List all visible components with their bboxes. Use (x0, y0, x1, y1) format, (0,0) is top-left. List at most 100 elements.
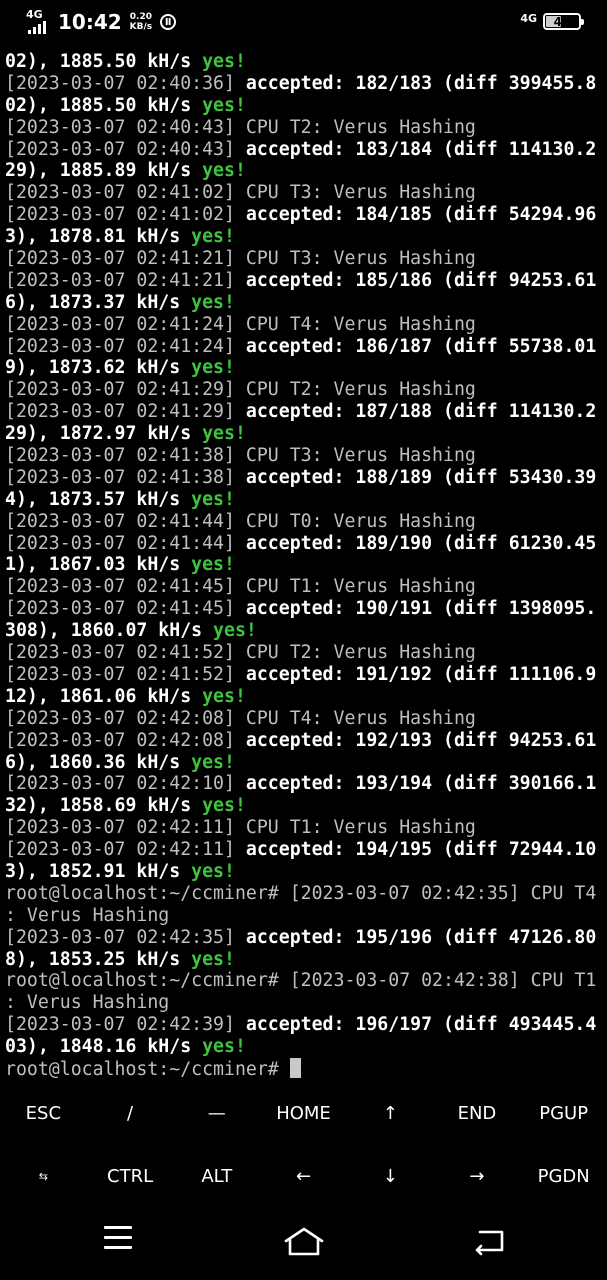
network-speed: 0.20 KB/s (130, 12, 152, 32)
terminal-line: [2023-03-07 02:41:38] accepted: 188/189 … (5, 467, 605, 489)
log-text: CPU T3: Verus Hashing (245, 248, 476, 270)
terminal-line: 308), 1860.07 kH/s yes! (5, 620, 605, 642)
key-pgup[interactable]: PGUP (520, 1101, 607, 1127)
key-alt[interactable]: ALT (173, 1164, 260, 1190)
key-esc[interactable]: ESC (0, 1101, 87, 1127)
terminal-line: [2023-03-07 02:42:11] accepted: 194/195 … (5, 839, 605, 861)
log-timestamp: [2023-03-07 02:41:38] (5, 466, 246, 488)
terminal-line: [2023-03-07 02:41:52] CPU T2: Verus Hash… (5, 642, 605, 664)
key-tab[interactable]: ⇆ (0, 1164, 87, 1190)
terminal-output[interactable]: 02), 1885.50 kH/s yes! [2023-03-07 02:40:… (5, 51, 605, 1085)
status-yes: yes! (202, 795, 246, 817)
shell-prompt: root@localhost:~/ccminer# (5, 1058, 290, 1080)
log-text: CPU T3: Verus Hashing (245, 182, 476, 204)
terminal-line: [2023-03-07 02:42:35] accepted: 195/196 … (5, 927, 605, 949)
log-text: accepted: 192/193 (diff 94253.61 (245, 729, 597, 751)
log-timestamp: [2023-03-07 02:42:08] (5, 707, 246, 729)
log-text: 29), 1885.89 kH/s (5, 160, 203, 182)
log-text: CPU T4: Verus Hashing (245, 707, 476, 729)
key-symbol-0-4[interactable]: ↑ (347, 1101, 434, 1127)
back-icon[interactable] (472, 1226, 506, 1260)
status-yes: yes! (191, 488, 235, 510)
key-symbol-0-2[interactable]: — (173, 1101, 260, 1127)
status-yes: yes! (191, 751, 235, 773)
status-yes: yes! (191, 860, 235, 882)
log-text: CPU T3: Verus Hashing (245, 445, 476, 467)
network-type-label: 4G (26, 8, 43, 21)
log-text: CPU T2: Verus Hashing (245, 642, 476, 664)
status-yes: yes! (202, 423, 246, 445)
log-text: 03), 1848.16 kH/s (5, 1036, 203, 1058)
terminal-line: [2023-03-07 02:40:43] accepted: 183/184 … (5, 139, 605, 161)
key-ctrl[interactable]: CTRL (87, 1164, 174, 1190)
log-timestamp: [2023-03-07 02:41:24] (5, 335, 246, 357)
terminal-line: [2023-03-07 02:41:45] accepted: 190/191 … (5, 598, 605, 620)
terminal-line: 9), 1873.62 kH/s yes! (5, 357, 605, 379)
log-timestamp: [2023-03-07 02:40:36] (5, 72, 246, 94)
terminal-line: [2023-03-07 02:42:10] accepted: 193/194 … (5, 773, 605, 795)
status-yes: yes! (191, 226, 235, 248)
terminal-line: [2023-03-07 02:41:29] CPU T2: Verus Hash… (5, 379, 605, 401)
terminal-line: 02), 1885.50 kH/s yes! (5, 51, 605, 73)
log-timestamp: [2023-03-07 02:42:35] (5, 926, 246, 948)
log-timestamp: [2023-03-07 02:41:38] (5, 445, 246, 467)
log-text: accepted: 194/195 (diff 72944.10 (245, 839, 597, 861)
status-yes: yes! (202, 1036, 246, 1058)
status-yes: yes! (213, 620, 257, 642)
key-symbol-1-3[interactable]: ← (260, 1164, 347, 1190)
log-text: accepted: 183/184 (diff 114130.2 (245, 138, 597, 160)
log-text: : Verus Hashing (5, 904, 170, 926)
log-timestamp: [2023-03-07 02:41:02] (5, 182, 246, 204)
terminal-line: [2023-03-07 02:41:02] CPU T3: Verus Hash… (5, 182, 605, 204)
log-text: accepted: 191/192 (diff 111106.9 (245, 663, 597, 685)
terminal-line: [2023-03-07 02:41:52] accepted: 191/192 … (5, 664, 605, 686)
log-timestamp: [2023-03-07 02:41:52] (5, 642, 246, 664)
text-cursor (289, 1057, 301, 1078)
log-text: : Verus Hashing (5, 992, 170, 1014)
key-home[interactable]: HOME (260, 1101, 347, 1127)
status-time: 10:42 (58, 10, 122, 34)
log-timestamp: [2023-03-07 02:40:43] (5, 138, 246, 160)
log-timestamp: [2023-03-07 02:41:02] (5, 204, 246, 226)
terminal-line: [2023-03-07 02:42:11] CPU T1: Verus Hash… (5, 817, 605, 839)
log-timestamp: [2023-03-07 02:41:29] (5, 379, 246, 401)
status-yes: yes! (202, 160, 246, 182)
log-timestamp: [2023-03-07 02:41:21] (5, 248, 246, 270)
log-timestamp: [2023-03-07 02:41:45] (5, 598, 246, 620)
key-symbol-0-1[interactable]: / (87, 1101, 174, 1127)
extra-keys-row-1: ESC / — HOME ↑ END PGUP (0, 1101, 607, 1127)
log-text: CPU T2: Verus Hashing (245, 116, 476, 138)
terminal-line: [2023-03-07 02:41:29] accepted: 187/188 … (5, 401, 605, 423)
log-text: 12), 1861.06 kH/s (5, 685, 203, 707)
log-text: 8), 1853.25 kH/s (5, 948, 192, 970)
log-text: 308), 1860.07 kH/s (5, 620, 214, 642)
log-text: accepted: 188/189 (diff 53430.39 (245, 466, 597, 488)
network-speed-unit: KB/s (129, 22, 153, 32)
key-symbol-1-4[interactable]: ↓ (347, 1164, 434, 1190)
battery-level: 47 (553, 14, 571, 29)
key-pgdn[interactable]: PGDN (520, 1164, 607, 1190)
terminal-line: 29), 1885.89 kH/s yes! (5, 160, 605, 182)
log-text: CPU T1: Verus Hashing (245, 576, 476, 598)
key-symbol-1-5[interactable]: → (434, 1164, 521, 1190)
status-yes: yes! (202, 685, 246, 707)
terminal-line: [2023-03-07 02:41:44] accepted: 189/190 … (5, 533, 605, 555)
home-icon[interactable] (283, 1226, 325, 1262)
key-end[interactable]: END (434, 1101, 521, 1127)
log-text: accepted: 187/188 (diff 114130.2 (245, 401, 597, 423)
status-bar: 4G 10:42 0.20 KB/s Ⅱ 4G 47 (0, 0, 607, 44)
menu-icon[interactable] (104, 1226, 132, 1256)
prompt-line[interactable]: root@localhost:~/ccminer# (5, 1057, 605, 1080)
log-text: 02), 1885.50 kH/s (5, 94, 203, 116)
terminal-line: [2023-03-07 02:41:45] CPU T1: Verus Hash… (5, 576, 605, 598)
log-text: 1), 1867.03 kH/s (5, 554, 192, 576)
network-speed-value: 0.20 (129, 12, 153, 22)
log-text: accepted: 184/185 (diff 54294.96 (245, 204, 597, 226)
terminal-line: root@localhost:~/ccminer# [2023-03-07 02… (5, 970, 605, 992)
log-timestamp: [2023-03-07 02:42:08] (5, 729, 246, 751)
terminal-line: 6), 1873.37 kH/s yes! (5, 292, 605, 314)
terminal-line: 3), 1878.81 kH/s yes! (5, 226, 605, 248)
terminal-line: [2023-03-07 02:41:24] CPU T4: Verus Hash… (5, 314, 605, 336)
log-text: 9), 1873.62 kH/s (5, 357, 192, 379)
notification-icon: Ⅱ (160, 14, 177, 30)
